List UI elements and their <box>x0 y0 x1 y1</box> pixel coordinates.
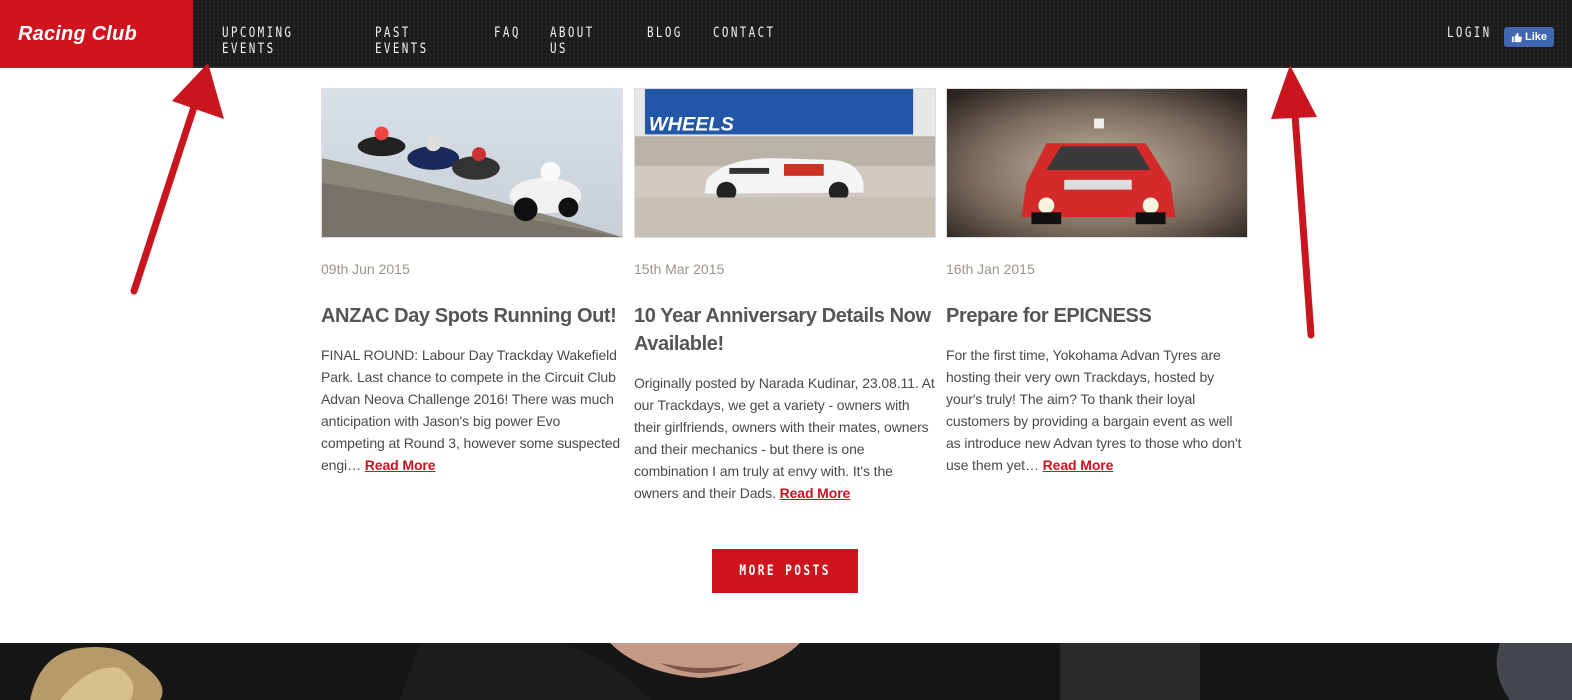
read-more-link[interactable]: Read More <box>365 457 436 473</box>
post-card: 09th Jun 2015 ANZAC Day Spots Running Ou… <box>321 88 623 476</box>
post-excerpt-text: FINAL ROUND: Labour Day Trackday Wakefie… <box>321 347 621 473</box>
nav-about-us[interactable]: ABOUT US <box>550 25 595 57</box>
nav-contact[interactable]: CONTACT <box>713 25 775 41</box>
post-thumbnail-image[interactable] <box>321 88 623 238</box>
top-navigation-bar: Racing Club UPCOMING EVENTS PAST EVENTS … <box>0 0 1572 68</box>
post-excerpt-text: For the first time, Yokohama Advan Tyres… <box>946 347 1242 473</box>
post-card: WHEELS 15th Mar 2015 10 Year Anniversary… <box>634 88 936 504</box>
post-thumbnail-image[interactable] <box>946 88 1248 238</box>
post-title[interactable]: 10 Year Anniversary Details Now Availabl… <box>634 302 936 358</box>
post-excerpt: FINAL ROUND: Labour Day Trackday Wakefie… <box>321 344 623 476</box>
annotation-arrow-icon <box>130 63 224 295</box>
hero-banner-image <box>0 643 1572 700</box>
brand-logo[interactable]: Racing Club <box>0 0 193 68</box>
nav-faq[interactable]: FAQ <box>494 25 521 41</box>
nav-upcoming-events[interactable]: UPCOMING EVENTS <box>222 25 293 57</box>
post-title[interactable]: Prepare for EPICNESS <box>946 302 1248 330</box>
more-posts-button[interactable]: MORE POSTS <box>712 549 858 593</box>
post-date: 15th Mar 2015 <box>634 261 725 277</box>
post-card: 16th Jan 2015 Prepare for EPICNESS For t… <box>946 88 1248 476</box>
facebook-like-label: Like <box>1524 31 1547 43</box>
nav-blog[interactable]: BLOG <box>647 25 683 41</box>
more-posts-label: MORE POSTS <box>739 563 831 579</box>
read-more-link[interactable]: Read More <box>780 485 851 501</box>
wheels-sign-text: WHEELS <box>649 113 734 135</box>
read-more-link[interactable]: Read More <box>1043 457 1114 473</box>
post-excerpt-text: Originally posted by Narada Kudinar, 23.… <box>634 375 935 501</box>
thumbs-up-icon <box>1511 32 1522 42</box>
annotation-arrow-icon <box>1271 65 1317 339</box>
nav-past-events[interactable]: PAST EVENTS <box>375 25 428 57</box>
login-link[interactable]: LOGIN <box>1447 25 1492 41</box>
post-excerpt: Originally posted by Narada Kudinar, 23.… <box>634 372 936 504</box>
post-date: 09th Jun 2015 <box>321 261 410 277</box>
post-date: 16th Jan 2015 <box>946 261 1035 277</box>
post-excerpt: For the first time, Yokohama Advan Tyres… <box>946 344 1248 476</box>
post-title[interactable]: ANZAC Day Spots Running Out! <box>321 302 623 330</box>
facebook-like-button[interactable]: Like <box>1504 27 1554 47</box>
brand-name: Racing Club <box>18 22 137 45</box>
post-thumbnail-image[interactable]: WHEELS <box>634 88 936 238</box>
